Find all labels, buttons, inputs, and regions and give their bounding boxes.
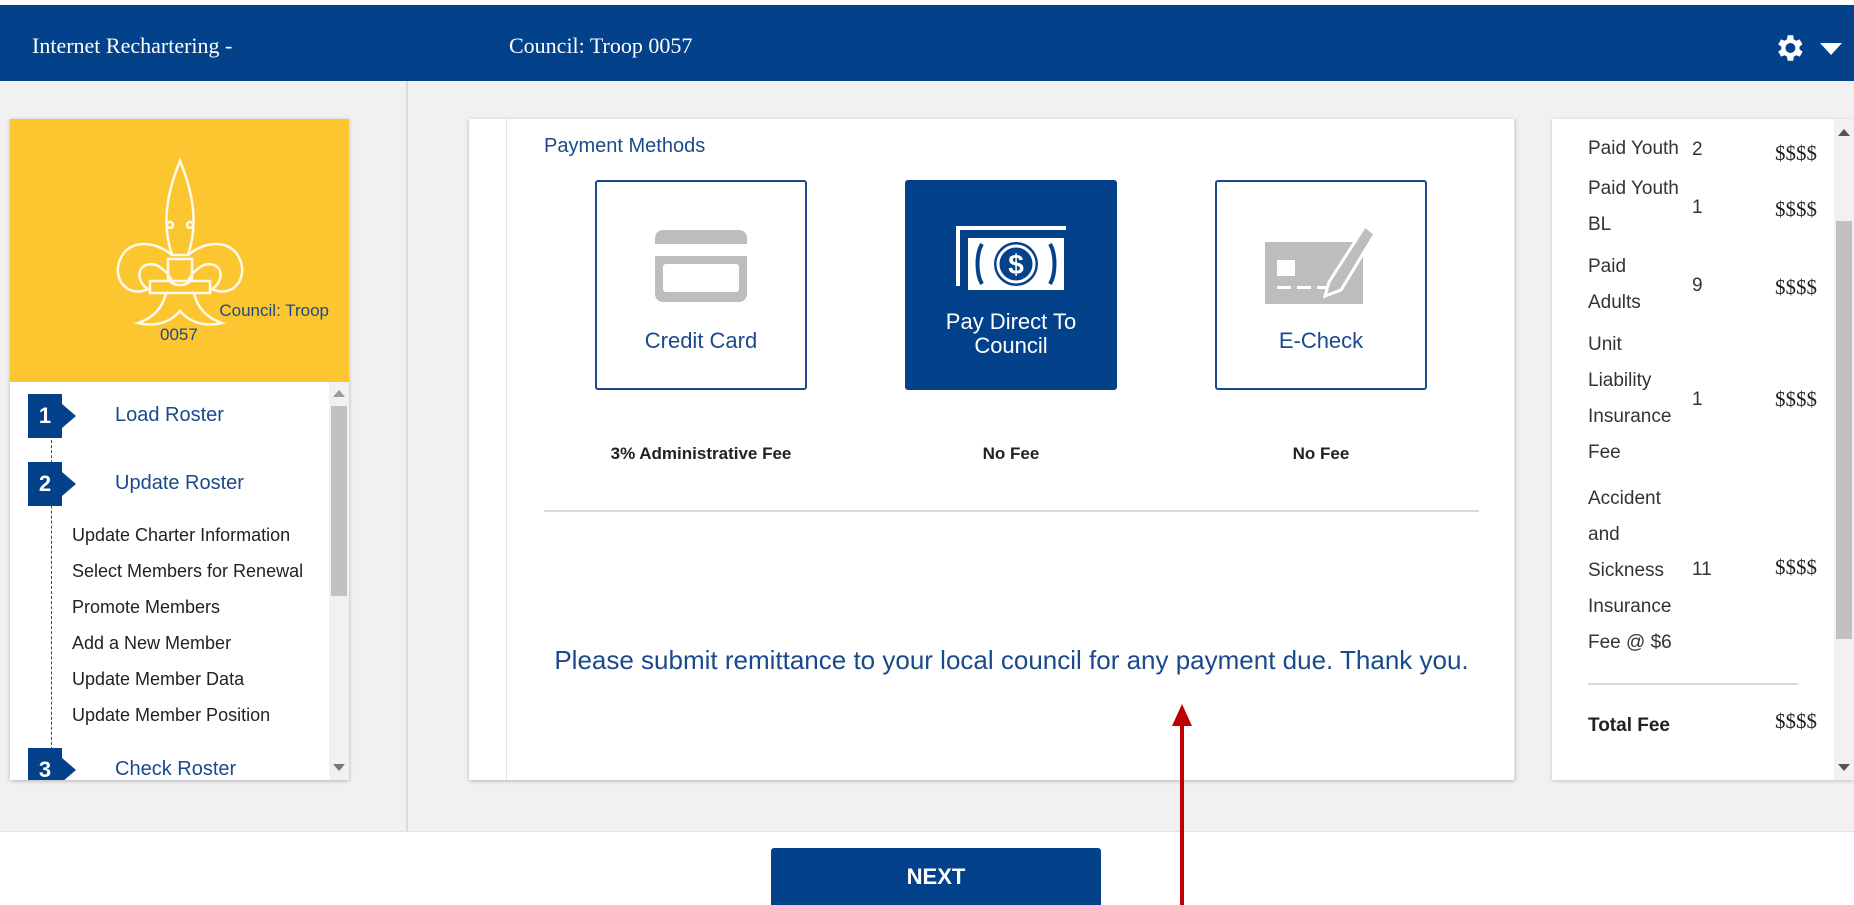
option-label: Credit Card	[644, 328, 758, 353]
card-inner-border	[1514, 119, 1515, 780]
fee-name: Paid Youth BL	[1588, 178, 1679, 235]
step-label[interactable]: Update Roster	[115, 472, 244, 495]
option-label: E-Check	[1278, 328, 1364, 353]
payment-methods-card: Payment Methods Credit Card $ Pay Direct…	[469, 119, 1515, 780]
total-fee-label: Total Fee	[1588, 715, 1670, 736]
fee-name: Paid Youth	[1588, 138, 1679, 159]
step-number-badge: 2	[28, 462, 76, 506]
sidebar-card: Council: Troop 0057 1 Load Roster 2 Upda…	[10, 119, 349, 780]
fee-amount: $$$$	[1775, 197, 1817, 221]
next-button[interactable]: NEXT	[771, 848, 1101, 905]
remittance-message: Please submit remittance to your local c…	[554, 645, 1469, 675]
payment-divider	[544, 510, 1479, 512]
scroll-down-arrow-icon[interactable]	[1838, 764, 1850, 771]
fee-name: Paid Adults	[1588, 256, 1641, 313]
card-inner-border	[506, 119, 507, 780]
sidebar-council-line1: Council: Troop	[219, 301, 329, 320]
svg-text:$: $	[1008, 249, 1024, 280]
fee-count: 1	[1692, 197, 1703, 218]
fee-amount: $$$$	[1775, 275, 1817, 299]
step-load-roster[interactable]: 1 Load Roster	[28, 394, 328, 438]
subitem-update-member-position[interactable]: Update Member Position	[72, 705, 270, 726]
e-check-fee: No Fee	[1292, 444, 1350, 463]
fee-total-divider	[1588, 683, 1798, 685]
step-check-roster[interactable]: 3 Check Roster	[28, 748, 328, 780]
fee-name: Accident and Sickness Insurance Fee @ $6	[1588, 488, 1672, 653]
fee-amount: $$$$	[1775, 141, 1817, 165]
sidebar-council-line2: 0057	[160, 325, 198, 344]
e-check-option[interactable]: E-Check	[1215, 180, 1427, 390]
credit-card-fee: 3% Administrative Fee	[610, 444, 792, 463]
pay-direct-to-council-option[interactable]: $ Pay Direct To Council	[905, 180, 1117, 390]
scroll-up-arrow-icon[interactable]	[333, 390, 345, 397]
subitem-select-members-for-renewal[interactable]: Select Members for Renewal	[72, 561, 303, 582]
credit-card-option[interactable]: Credit Card	[595, 180, 807, 390]
red-arrow-annotation	[1172, 704, 1192, 905]
scroll-up-arrow-icon[interactable]	[1838, 129, 1850, 136]
scroll-down-arrow-icon[interactable]	[333, 764, 345, 771]
pay-direct-fee: No Fee	[982, 444, 1040, 463]
scrollbar-thumb[interactable]	[1836, 221, 1852, 639]
total-fee-amount: $$$$	[1775, 709, 1817, 733]
step-label[interactable]: Load Roster	[115, 404, 224, 427]
fee-summary-panel: Paid Youth 2 $$$$ Paid Youth BL 1 $$$$ P…	[1552, 119, 1854, 780]
credit-card-icon	[655, 230, 747, 302]
subitem-promote-members[interactable]: Promote Members	[72, 597, 220, 618]
steps-list: 1 Load Roster 2 Update Roster Update Cha…	[10, 382, 349, 780]
option-label-line1: Pay Direct To	[945, 309, 1077, 334]
app-title: Internet Rechartering -	[32, 33, 233, 58]
fee-count: 1	[1692, 389, 1703, 410]
fee-count: 2	[1692, 139, 1703, 160]
header-council-title: Council: Troop 0057	[509, 33, 693, 58]
step-update-roster[interactable]: 2 Update Roster	[28, 462, 328, 506]
top-header-bar: Internet Rechartering - Council: Troop 0…	[0, 5, 1854, 81]
cash-icon: $	[956, 226, 1066, 290]
option-label-line2: Council	[974, 333, 1048, 358]
sidebar-scrollbar[interactable]	[329, 382, 349, 780]
step-number-badge: 1	[28, 394, 76, 438]
fee-count: 9	[1692, 275, 1703, 296]
subitem-update-member-data[interactable]: Update Member Data	[72, 669, 244, 690]
check-icon	[1265, 223, 1377, 304]
payment-methods-title: Payment Methods	[544, 135, 706, 157]
fee-name: Unit Liability Insurance Fee	[1588, 334, 1672, 463]
sidebar-hero: Council: Troop 0057	[10, 119, 349, 382]
subitem-add-new-member[interactable]: Add a New Member	[72, 633, 231, 654]
fee-amount: $$$$	[1775, 555, 1817, 579]
gear-icon[interactable]	[1772, 31, 1806, 65]
fee-count: 11	[1692, 559, 1712, 580]
step-label[interactable]: Check Roster	[115, 758, 236, 780]
scrollbar-thumb[interactable]	[331, 406, 347, 596]
fee-amount: $$$$	[1775, 387, 1817, 411]
step-number-badge: 3	[28, 748, 76, 780]
fee-panel-scrollbar[interactable]	[1834, 119, 1854, 780]
sidebar-divider	[406, 81, 408, 831]
chevron-down-icon[interactable]	[1820, 43, 1842, 55]
subitem-update-charter-information[interactable]: Update Charter Information	[72, 525, 290, 546]
